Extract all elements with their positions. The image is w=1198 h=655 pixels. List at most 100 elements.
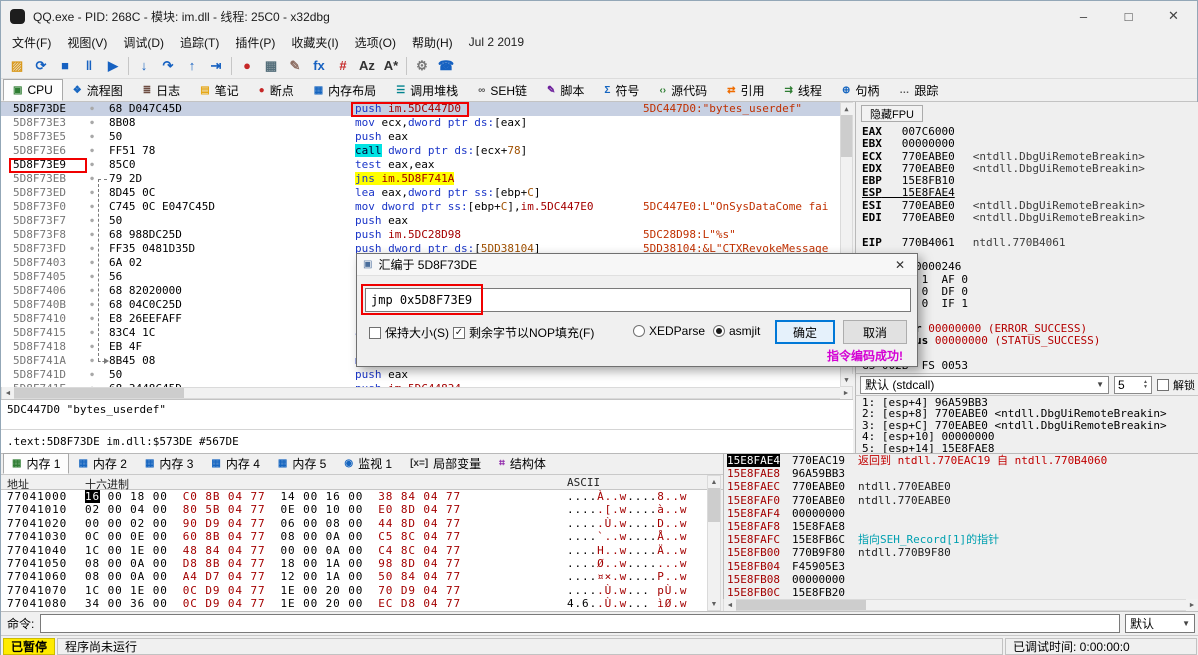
stack-row[interactable]: 15E8FB0C 15E8FB20 [724,586,1198,599]
tab-symbols[interactable]: Σ 符号 [594,79,649,101]
dump-vertical-scrollbar[interactable]: ▲ ▼ [707,475,721,611]
keep-size-checkbox[interactable]: 保持大小(S) [369,324,449,341]
tab-watch-1[interactable]: ◉ 监视 1 [335,453,401,474]
settings-icon[interactable]: ⚙ [410,55,434,77]
tab-cpu[interactable]: ▣ CPU [3,79,63,101]
register-row[interactable]: ESP 15E8FAE4 [862,187,1198,199]
tab-threads[interactable]: ⇉ 线程 [775,79,832,101]
scroll-up-icon[interactable]: ▲ [840,103,853,115]
command-input[interactable] [40,614,1120,633]
stack-row[interactable]: 15E8FAE8 96A59BB3 [724,467,1198,480]
scroll-up-icon[interactable]: ▲ [708,476,720,488]
register-row[interactable]: EDI 770EABE0 <ntdll.DbgUiRemoteBreakin> [862,212,1198,224]
tab-dump-1[interactable]: ▦ 内存 1 [3,453,70,474]
dump-row[interactable]: 77041050 08 00 0A 00 D8 8B 04 77 18 00 1A 0… [1,557,707,570]
stack-row[interactable]: 15E8FAFC 15E8FB6C 指向SEH_Record[1]的指针 [724,533,1198,546]
dump-row[interactable]: 77041080 34 00 36 00 0C D9 04 77 1E 00 20 0… [1,597,707,610]
disasm-horizontal-scrollbar[interactable]: ◄ ► [1,387,853,399]
ok-button[interactable]: 确定 [775,320,835,344]
breakpoint-dot[interactable]: ● [85,130,99,144]
pause-icon[interactable]: ‖ [77,55,101,77]
tab-dump-4[interactable]: ▦ 内存 4 [202,453,268,474]
disasm-row[interactable]: 5D8F73F8 ● 68 988DC25D push im.5DC28D98 5DC2… [1,228,853,242]
step-out-icon[interactable]: ↑ [180,55,204,77]
tab-memory-map[interactable]: ▦ 内存布局 [304,79,386,101]
memory-map-icon[interactable]: ▦ [259,55,283,77]
title-bar[interactable]: QQ.exe - PID: 268C - 模块: im.dll - 线程: 25… [1,1,1197,31]
hash-icon[interactable]: # [331,55,355,77]
register-row[interactable]: EBX 00000000 [862,138,1198,150]
breakpoint-dot[interactable]: ● [85,186,99,200]
tab-dump-5[interactable]: ▦ 内存 5 [269,453,335,474]
register-row[interactable]: EIP 770B4061 ntdll.770B4061 [862,237,1198,249]
fx-icon[interactable]: fx [307,55,331,77]
dialog-title-bar[interactable]: ▣ 汇编于 5D8F73DE ✕ [357,254,917,276]
tab-script[interactable]: ✎ 脚本 [537,79,594,101]
menu-view[interactable]: 视图(V) [59,34,115,52]
stack-row[interactable]: 15E8FB04 F45905E3 [724,560,1198,573]
scroll-thumb[interactable] [736,600,866,610]
tab-seh[interactable]: ∞ SEH链 [468,79,537,101]
assemble-input[interactable] [365,288,911,312]
asmjit-radio[interactable]: asmjit [713,324,760,338]
cancel-button[interactable]: 取消 [843,320,907,344]
disasm-row[interactable]: 5D8F73ED ● 8D45 0C lea eax,dword ptr ss:[eb… [1,186,853,200]
disasm-row[interactable]: 5D8F73F7 ● 50 push eax [1,214,853,228]
step-into-icon[interactable]: ↓ [132,55,156,77]
hide-fpu-button[interactable]: 隐藏FPU [861,105,923,122]
tab-breakpoints[interactable]: ● 断点 [249,79,304,101]
breakpoint-dot[interactable]: ● [85,228,99,242]
argument-row[interactable]: 4: [esp+10] 00000000 [862,431,1198,443]
breakpoint-dot[interactable]: ● [85,270,99,284]
breakpoint-dot[interactable]: ● [85,284,99,298]
stack-row[interactable]: 15E8FAF0 770EABE0 ntdll.770EABE0 [724,494,1198,507]
tab-trace[interactable]: … 跟踪 [889,79,948,101]
dump-row[interactable]: 77041070 1C 00 1E 00 0C D9 04 77 1E 00 20 0… [1,584,707,597]
scroll-down-icon[interactable]: ▼ [840,374,853,386]
step-over-icon[interactable]: ↷ [156,55,180,77]
stack-row[interactable]: 15E8FAE4 770EAC19 返回到 ntdll.770EAC19 自 ntd… [724,454,1198,468]
nop-fill-checkbox[interactable]: 剩余字节以NOP填充(F) [453,324,594,341]
scroll-left-icon[interactable]: ◄ [2,387,14,399]
dump-row[interactable]: 77041010 02 00 04 00 80 5B 04 77 0E 00 10 0… [1,503,707,516]
scroll-thumb[interactable] [841,115,852,157]
highlight-icon[interactable]: A* [379,55,403,77]
breakpoint-dot[interactable]: ● [85,368,99,382]
stack-row[interactable]: 15E8FAF4 00000000 [724,507,1198,520]
tab-call-stack[interactable]: ☰ 调用堆栈 [386,79,468,101]
argument-row[interactable]: 5: [esp+14] 15E8FAE8 [862,442,1198,453]
breakpoint-dot[interactable]: ● [85,144,99,158]
menu-debug[interactable]: 调试(D) [115,34,172,52]
tab-struct[interactable]: ⌗ 结构体 [490,453,555,474]
stack-row[interactable]: 15E8FAF8 15E8FAE8 [724,520,1198,533]
breakpoint-dot[interactable]: ● [85,354,99,368]
memory-dump-view[interactable]: 77041000 16 00 18 00 C0 8B 04 77 14 00 16 0… [1,490,707,611]
breakpoint-dot[interactable]: ● [85,256,99,270]
spinner-arrows-icon[interactable]: ▲ ▼ [1143,379,1148,390]
breakpoint-dot[interactable]: ● [85,102,99,116]
restart-icon[interactable]: ⟳ [29,55,53,77]
register-row[interactable]: EBP 15E8FB10 [862,175,1198,187]
tab-handles[interactable]: ⊕ 句柄 [832,79,889,101]
menu-favourites[interactable]: 收藏夹(I) [283,34,346,52]
menu-options[interactable]: 选项(O) [347,34,404,52]
calling-convention-select[interactable]: 默认 (stdcall) ▼ [860,375,1109,394]
breakpoint-dot[interactable]: ● [85,116,99,130]
stack-row[interactable]: 15E8FAEC 770EABE0 ntdll.770EABE0 [724,480,1198,493]
tab-graph[interactable]: ❖ 流程图 [63,79,133,101]
disasm-row[interactable]: 5D8F73DE ● 68 D047C45D push im.5DC447D0 5DC4… [1,102,853,116]
scroll-right-icon[interactable]: ► [840,387,852,399]
breakpoint-dot[interactable]: ● [85,326,99,340]
dump-row[interactable]: 77041000 16 00 18 00 C0 8B 04 77 14 00 16 0… [1,490,707,503]
tab-locals[interactable]: [x=] 局部变量 [401,453,490,474]
disasm-row[interactable]: 5D8F73E9 ● 85C0 test eax,eax [1,158,853,172]
menu-file[interactable]: 文件(F) [4,34,59,52]
scroll-thumb[interactable] [14,388,184,398]
scroll-down-icon[interactable]: ▼ [708,598,720,610]
scroll-left-icon[interactable]: ◄ [724,599,736,611]
stack-row[interactable]: 15E8FB08 00000000 [724,573,1198,586]
breakpoint-dot[interactable]: ● [85,158,99,172]
patch-icon[interactable]: ✎ [283,55,307,77]
arg-count-spinner[interactable]: 5 ▲ ▼ [1114,375,1152,394]
stack-view[interactable]: 15E8FAE4 770EAC19 返回到 ntdll.770EAC19 自 ntd… [723,453,1198,599]
